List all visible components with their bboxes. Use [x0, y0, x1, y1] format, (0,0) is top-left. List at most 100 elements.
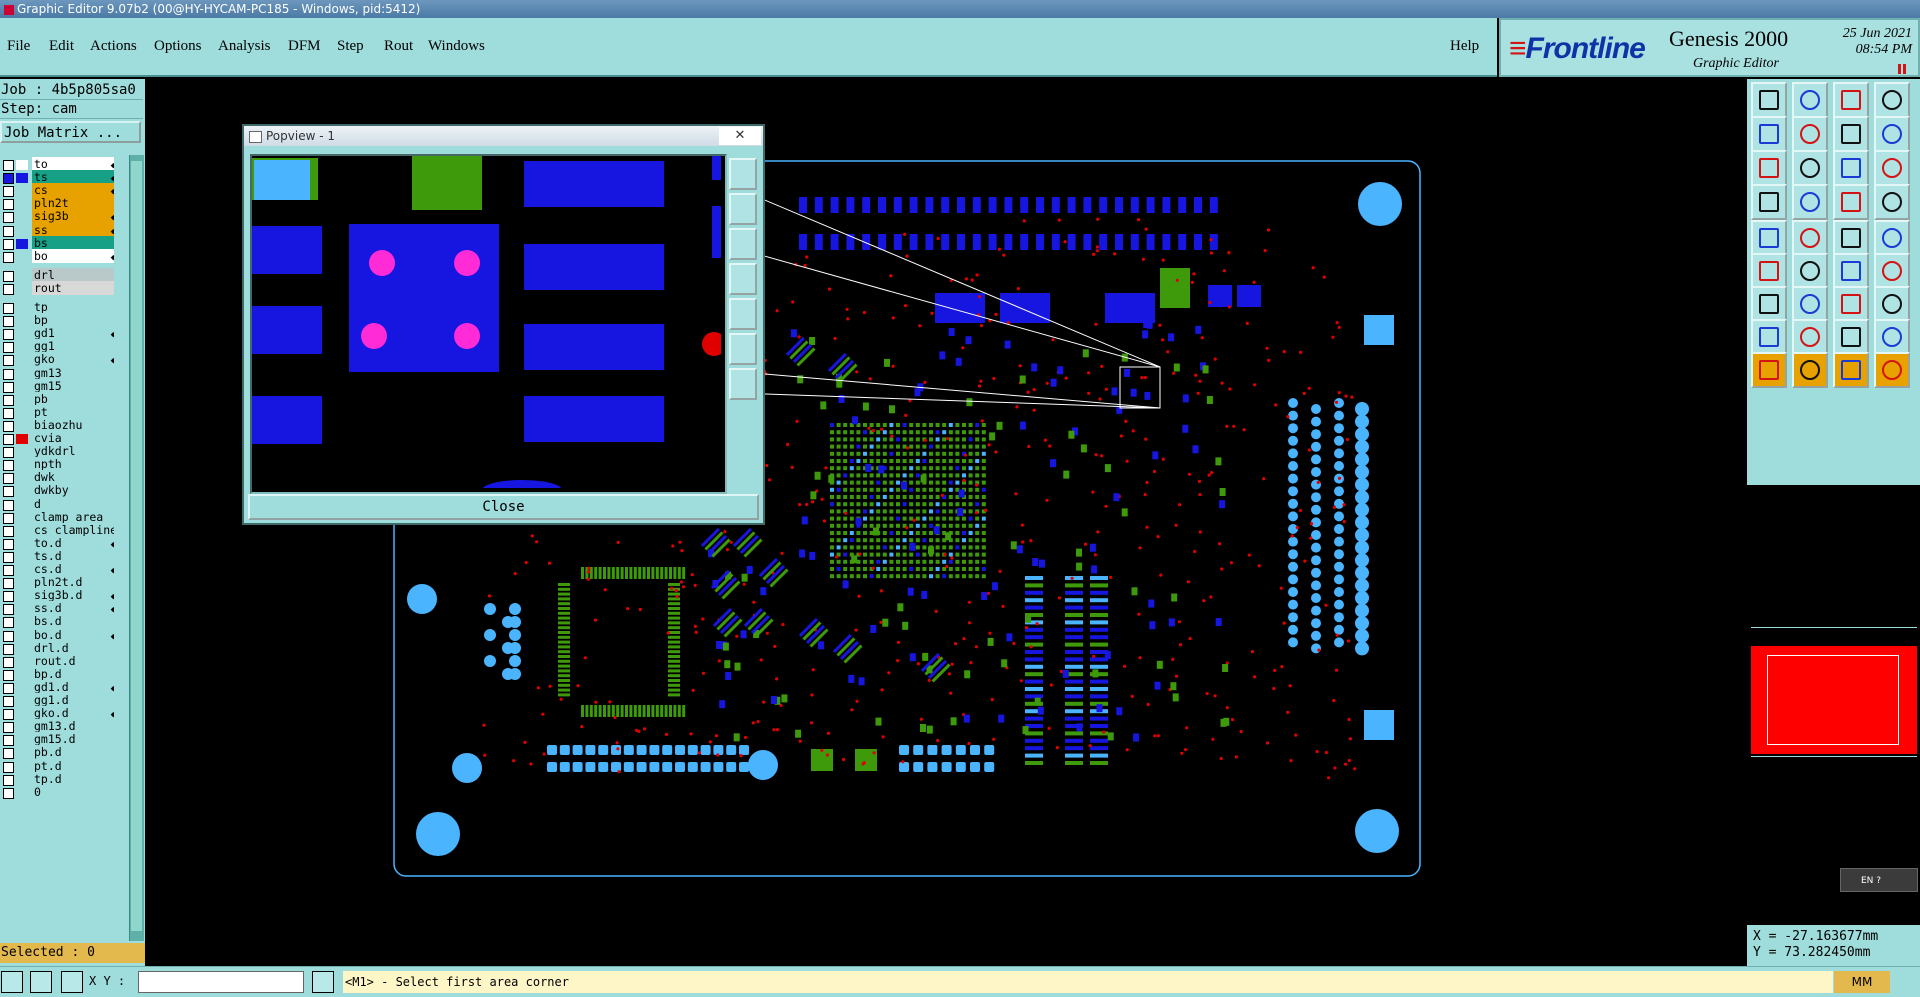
- layer-name[interactable]: ydkdrl: [32, 444, 114, 459]
- layer-name[interactable]: cs ◆: [32, 183, 114, 198]
- layer-checkbox[interactable]: [3, 251, 14, 263]
- popview-canvas[interactable]: [250, 154, 727, 500]
- layer-name[interactable]: drl.d: [32, 640, 114, 655]
- menu-file[interactable]: File: [7, 38, 30, 55]
- layer-name[interactable]: to.d ◆: [32, 535, 114, 550]
- measure-icon[interactable]: [30, 971, 52, 993]
- layer-name[interactable]: pt: [32, 404, 114, 419]
- popview-tool-2[interactable]: [729, 193, 757, 225]
- layer-color-swatch[interactable]: [16, 160, 28, 170]
- layer-name[interactable]: ts ◆: [32, 170, 114, 185]
- layer-row[interactable]: bo ◆: [0, 248, 118, 264]
- layer-name[interactable]: gm13.d: [32, 719, 114, 734]
- layer-name[interactable]: gko ◆: [32, 352, 114, 367]
- tool-button-13[interactable]: [1751, 184, 1787, 220]
- layer-row[interactable]: rout: [0, 280, 118, 296]
- layer-name[interactable]: pln2t.d: [32, 575, 114, 590]
- layer-name[interactable]: bo ◆: [32, 248, 114, 263]
- menu-options[interactable]: Options: [154, 38, 202, 55]
- tool-button-18[interactable]: [1792, 220, 1828, 256]
- tool-button-10[interactable]: [1792, 150, 1828, 186]
- layer-name[interactable]: pb: [32, 391, 114, 406]
- units-toggle[interactable]: MM: [1834, 971, 1890, 993]
- menu-actions[interactable]: Actions: [90, 38, 137, 55]
- layer-row[interactable]: 0: [0, 784, 118, 800]
- layer-name[interactable]: gd1.d ◆: [32, 679, 114, 694]
- menu-edit[interactable]: Edit: [49, 38, 74, 55]
- menu-rout[interactable]: Rout: [384, 38, 413, 55]
- tool-button-5[interactable]: [1751, 116, 1787, 152]
- layer-name[interactable]: tp: [32, 300, 114, 314]
- overview-view-box[interactable]: [1767, 655, 1899, 745]
- layer-name[interactable]: tp.d: [32, 771, 114, 786]
- layer-name[interactable]: 0: [32, 784, 114, 799]
- tool-button-21[interactable]: [1751, 253, 1787, 289]
- layer-list-scrollbar[interactable]: [129, 155, 144, 941]
- xy-input[interactable]: [138, 971, 304, 993]
- overview-map[interactable]: [1751, 627, 1917, 757]
- layer-name[interactable]: pln2t: [32, 196, 114, 211]
- job-matrix-button[interactable]: Job Matrix ...: [0, 121, 141, 143]
- tool-button-16[interactable]: [1874, 184, 1910, 220]
- layer-checkbox[interactable]: [3, 283, 14, 295]
- menu-help[interactable]: Help: [1450, 38, 1479, 55]
- menu-analysis[interactable]: Analysis: [218, 38, 271, 55]
- layer-color-swatch[interactable]: [16, 434, 28, 444]
- layer-name[interactable]: cs.d ◆: [32, 562, 114, 576]
- popview-tool-1[interactable]: [729, 158, 757, 190]
- tool-button-9[interactable]: [1751, 150, 1787, 186]
- popview-tool-5[interactable]: [729, 298, 757, 330]
- layer-name[interactable]: bs: [32, 235, 114, 250]
- tool-button-35[interactable]: [1833, 352, 1869, 388]
- scrollbar-thumb[interactable]: [131, 161, 142, 931]
- popview-close-button[interactable]: Close: [248, 494, 759, 520]
- layer-name[interactable]: to ◆: [32, 157, 114, 171]
- tool-button-17[interactable]: [1751, 220, 1787, 256]
- tool-button-26[interactable]: [1792, 286, 1828, 322]
- layer-name[interactable]: sig3b.d ◆: [32, 588, 114, 603]
- tool-button-14[interactable]: [1792, 184, 1828, 220]
- grid-icon[interactable]: [61, 971, 83, 993]
- tool-button-27[interactable]: [1833, 286, 1869, 322]
- tool-button-32[interactable]: [1874, 319, 1910, 355]
- layer-color-swatch[interactable]: [16, 173, 28, 184]
- layer-name[interactable]: ts.d: [32, 548, 114, 563]
- tool-button-2[interactable]: [1792, 82, 1828, 118]
- layer-name[interactable]: ss ◆: [32, 222, 114, 237]
- layer-name[interactable]: gm15: [32, 378, 114, 393]
- help-icon[interactable]: ?: [1876, 876, 1881, 886]
- tool-button-23[interactable]: [1833, 253, 1869, 289]
- layer-name[interactable]: bs.d: [32, 614, 114, 629]
- layer-name[interactable]: gm13: [32, 365, 114, 380]
- tool-button-19[interactable]: [1833, 220, 1869, 256]
- layer-name[interactable]: gd1 ◆: [32, 326, 114, 341]
- tool-button-31[interactable]: [1833, 319, 1869, 355]
- layer-color-swatch[interactable]: [16, 238, 28, 249]
- language-indicator[interactable]: EN ?: [1840, 868, 1918, 892]
- layer-name[interactable]: bp: [32, 313, 114, 328]
- popview-tool-3[interactable]: [729, 228, 757, 260]
- tool-button-7[interactable]: [1833, 116, 1869, 152]
- pause-icon[interactable]: [1898, 64, 1906, 74]
- layer-name[interactable]: gko.d ◆: [32, 706, 114, 721]
- popview-close-icon[interactable]: ✕: [719, 127, 761, 145]
- layer-name[interactable]: pt.d: [32, 758, 114, 773]
- layer-name[interactable]: dwk: [32, 470, 114, 485]
- tool-button-3[interactable]: [1833, 82, 1869, 118]
- tool-button-15[interactable]: [1833, 184, 1869, 220]
- menu-windows[interactable]: Windows: [428, 38, 485, 55]
- layer-checkbox[interactable]: [3, 787, 14, 799]
- tool-button-22[interactable]: [1792, 253, 1828, 289]
- layer-name[interactable]: gm15.d: [32, 732, 114, 747]
- tool-button-4[interactable]: [1874, 82, 1910, 118]
- layer-name[interactable]: cs_clampline: [32, 522, 114, 537]
- tool-button-6[interactable]: [1792, 116, 1828, 152]
- layer-name[interactable]: gg1: [32, 339, 114, 354]
- layer-name[interactable]: rout: [32, 280, 114, 295]
- tool-button-34[interactable]: [1792, 352, 1828, 388]
- layer-name[interactable]: clamp_area: [32, 509, 114, 524]
- tool-button-12[interactable]: [1874, 150, 1910, 186]
- popview-titlebar[interactable]: Popview - 1 ✕: [244, 126, 763, 146]
- tool-button-25[interactable]: [1751, 286, 1787, 322]
- tool-button-29[interactable]: [1751, 319, 1787, 355]
